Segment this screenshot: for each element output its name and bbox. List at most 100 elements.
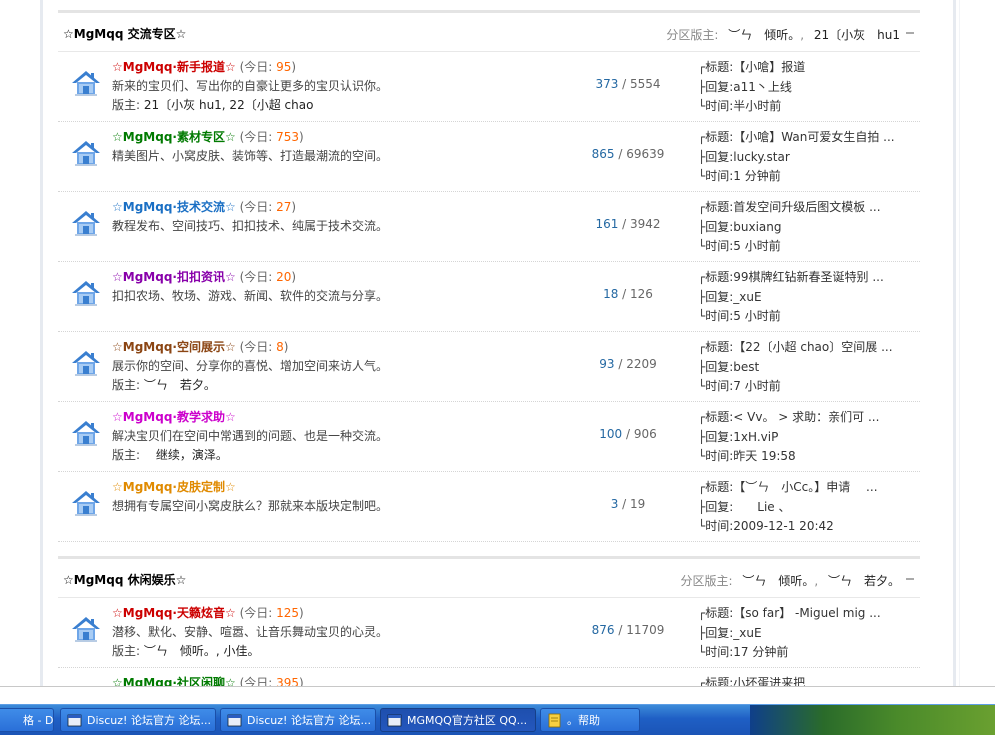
last-post: ┌标题:【so far】 -Miguel mig ... ├回复:_xuE └时… [698,604,908,663]
notepad-icon [548,713,561,728]
forum-counts: 865 / 69639 [591,147,665,161]
today-close: ) [299,130,304,144]
forum-name-link[interactable]: ☆MgMqq·扣扣资讯☆ [112,270,236,284]
ie-window-icon [387,714,402,727]
today-label: (今日: [239,60,277,74]
house-icon[interactable] [70,417,102,449]
post-count: 2209 [626,357,657,371]
thread-count: 865 [591,147,615,161]
last-post-author-link[interactable]: ├回复:buxiang [698,218,908,238]
page-right-border [953,0,956,686]
last-post: ┌标题:小坏蛋进来把 ├回复:a11丶上线 └时间: [698,674,908,686]
forum-name-link[interactable]: ☆MgMqq·新手报道☆ [112,60,236,74]
today-close: ) [299,676,304,686]
last-post-author-link[interactable]: ├回复:best [698,358,908,378]
last-post-title-link[interactable]: ┌标题:小坏蛋进来把 [698,674,908,686]
house-icon[interactable] [70,277,102,309]
house-icon[interactable] [70,67,102,99]
last-post-title-link[interactable]: ┌标题:【so far】 -Miguel mig ... [698,604,908,624]
moderator-label: 版主: [112,644,141,658]
today-close: ) [291,270,297,284]
house-icon[interactable] [70,207,102,239]
forum-name-link[interactable]: ☆MgMqq·社区闲聊☆ [112,676,236,686]
taskbar-button[interactable]: Discuz! 论坛官方 论坛... [220,708,376,732]
last-post: ┌标题:首发空间升级后图文模板 ... ├回复:buxiang └时间:5 小时… [698,198,908,257]
today-label: (今日: [239,340,277,354]
post-count: 5554 [630,77,661,91]
last-post-time: └时间:7 小时前 [698,379,781,393]
last-post-title-link[interactable]: ┌标题:【︶ㄣ 小Cc。】申请 ... [698,478,908,498]
forum-info: ☆MgMqq·空间展示☆ (今日: 8) 展示你的空间、分享你的喜悦、增加空间来… [112,338,432,395]
forum-name-link[interactable]: ☆MgMqq·皮肤定制☆ [112,480,236,494]
category-moderator-link[interactable]: ︶ㄣ 倾听。 [728,28,800,42]
forum-name-link[interactable]: ☆MgMqq·天籁炫音☆ [112,606,236,620]
category-moderator-link[interactable]: ︶ㄣ 若夕。 [828,574,900,588]
forum-info: ☆MgMqq·扣扣资讯☆ (今日: 20) 扣扣农场、牧场、游戏、新闻、软件的交… [112,268,432,306]
taskbar-button[interactable]: Discuz! 论坛官方 论坛... [60,708,216,732]
last-post-title-link[interactable]: ┌标题:首发空间升级后图文模板 ... [698,198,908,218]
thread-count: 93 [599,357,615,371]
last-post-title-link[interactable]: ┌标题:【小嗆】Wan可爱女生自拍 ... [698,128,908,148]
last-post-author-link[interactable]: ├回复:1xH.viP [698,428,908,448]
last-post-time: └时间:5 小时前 [698,239,781,253]
last-post-title-link[interactable]: ┌标题:【小嗆】报道 [698,58,908,78]
forum-moderators: 版主: 21〔小灰 hu1, 22〔小超 chao [112,96,432,115]
taskbar-button[interactable]: 。帮助 [540,708,640,732]
last-post-title-link[interactable]: ┌标题:【22〔小超 chao〕空间展 ... [698,338,908,358]
house-icon[interactable] [70,137,102,169]
moderator-link[interactable]: ︶ㄣ 倾听。, 小佳。 [144,644,260,658]
last-post-title-link[interactable]: ┌标题:< Vv。 > 求助：亲们可 ... [698,408,908,428]
moderator-link[interactable]: 21〔小灰 hu1, 22〔小超 chao [144,98,314,112]
forum-counts: 3 / 19 [610,497,646,511]
taskbar-button[interactable]: 格 - Dis... [0,708,54,732]
forum-info: ☆MgMqq·教学求助☆ 解决宝贝们在空间中常遇到的问题、也是一种交流。 版主:… [112,408,432,465]
moderator-label: 版主: [112,378,141,392]
last-post-author-link[interactable]: ├回复: Lie 、 [698,498,908,518]
today-label: (今日: [239,130,277,144]
forum-moderators: 版主: ︶ㄣ 若夕。 [112,376,432,395]
window-bottom-strip [0,686,995,705]
taskbar-button-active[interactable]: MGMQQ官方社区 QQ... [380,708,536,732]
last-post-author-link[interactable]: ├回复:_xuE [698,288,908,308]
today-count: 125 [276,606,300,620]
last-post-author-link[interactable]: ├回复:lucky.star [698,148,908,168]
forum-name-link[interactable]: ☆MgMqq·空间展示☆ [112,340,236,354]
today-label: (今日: [239,200,277,214]
collapse-icon[interactable] [906,578,914,580]
forum-name-link[interactable]: ☆MgMqq·素材专区☆ [112,130,236,144]
category-title[interactable]: ☆MgMqq 交流专区☆ [63,25,186,42]
category-title[interactable]: ☆MgMqq 休闲娱乐☆ [63,571,186,588]
house-icon[interactable] [70,613,102,645]
forum-name-link[interactable]: ☆MgMqq·教学求助☆ [112,410,236,424]
forum-description: 扣扣农场、牧场、游戏、新闻、软件的交流与分享。 [112,289,389,303]
moderator-link[interactable]: ︶ㄣ 若夕。 [144,378,216,392]
category-moderator-link[interactable]: ︶ㄣ 倾听。 [742,574,814,588]
forum-info: ☆MgMqq·天籁炫音☆ (今日: 125) 潜移、默化、安静、喧嚣、让音乐舞动… [112,604,432,661]
last-post-title-link[interactable]: ┌标题:99棋牌红钻新春圣诞特别 ... [698,268,908,288]
forum-counts: 373 / 5554 [595,77,661,91]
house-icon[interactable] [70,487,102,519]
thread-count: 373 [595,77,619,91]
taskbar: 格 - Dis... Discuz! 论坛官方 论坛... Discuz! 论坛… [0,704,995,735]
category-moderators: 分区版主: ︶ㄣ 倾听。, ︶ㄣ 若夕。 [680,574,900,588]
last-post-author-link[interactable]: ├回复:_xuE [698,624,908,644]
moderator-link[interactable]: 继续，演泽。 [144,448,228,462]
house-icon[interactable] [70,347,102,379]
last-post-time: └时间:5 小时前 [698,309,781,323]
last-post-time: └时间:昨天 19:58 [698,449,796,463]
last-post-time: └时间:1 分钟前 [698,169,781,183]
last-post-author-link[interactable]: ├回复:a11丶上线 [698,78,908,98]
forum-row: ☆MgMqq·素材专区☆ (今日: 753) 精美图片、小窝皮肤、装饰等、打造最… [58,122,920,192]
forum-list: ☆MgMqq 交流专区☆ 分区版主: ︶ㄣ 倾听。, 21〔小灰 hu1 ☆Mg… [58,0,920,686]
category-moderator-link[interactable]: 21〔小灰 hu1 [814,28,900,42]
ie-window-icon [227,714,242,727]
forum-name-link[interactable]: ☆MgMqq·技术交流☆ [112,200,236,214]
last-post: ┌标题:【22〔小超 chao〕空间展 ... ├回复:best └时间:7 小… [698,338,908,397]
forum-description: 新来的宝贝们、写出你的自豪让更多的宝贝认识你。 [112,79,389,93]
category-header: ☆MgMqq 交流专区☆ 分区版主: ︶ㄣ 倾听。, 21〔小灰 hu1 [58,13,920,52]
ie-window-icon [67,714,82,727]
collapse-icon[interactable] [906,32,914,34]
category-top-line [58,544,920,559]
last-post: ┌标题:99棋牌红钻新春圣诞特别 ... ├回复:_xuE └时间:5 小时前 [698,268,908,327]
forum-counts: 18 / 126 [603,287,653,301]
